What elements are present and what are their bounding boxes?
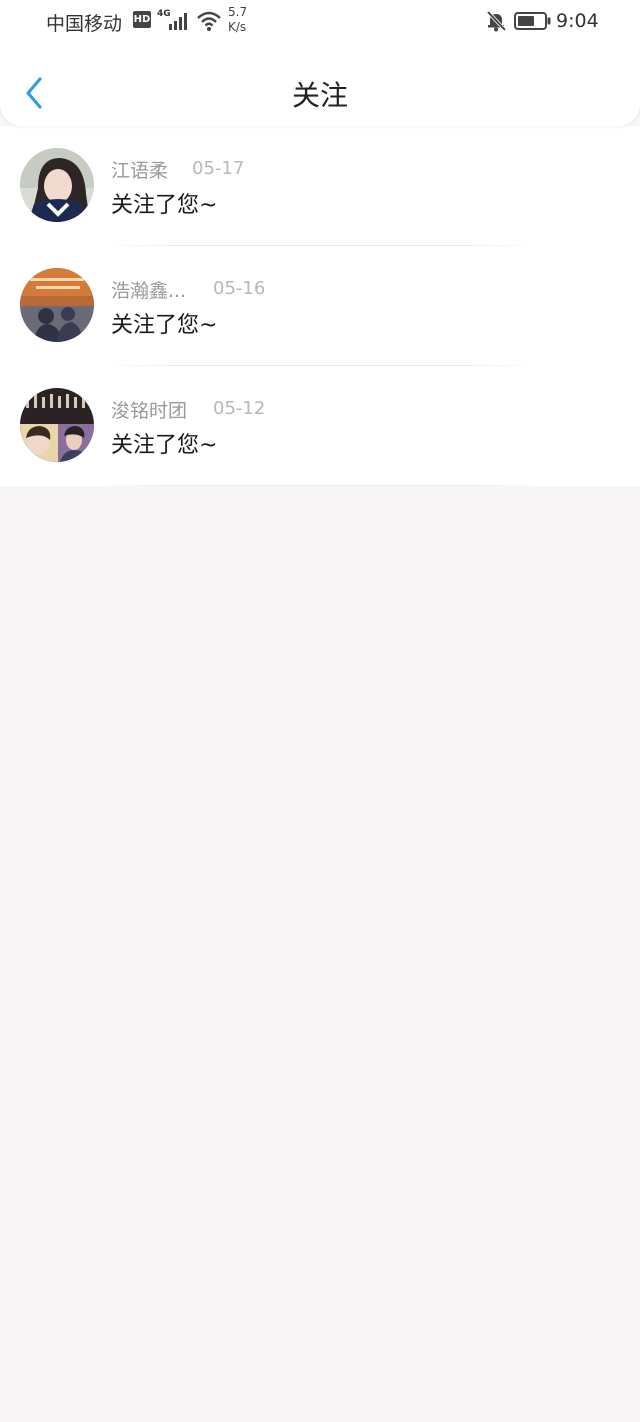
- speed-unit: K/s: [228, 20, 247, 34]
- notification-message: 关注了您~: [111, 433, 218, 458]
- timestamp: 05-12: [213, 398, 266, 419]
- hd-badge: HD: [133, 11, 151, 28]
- user-name[interactable]: 江语柔: [111, 156, 168, 183]
- user-name[interactable]: 浩瀚鑫...: [111, 276, 186, 303]
- user-name[interactable]: 浚铭时团: [111, 396, 187, 423]
- list-item[interactable]: 江语柔 05-17 关注了您~: [0, 126, 640, 246]
- battery-icon: [514, 12, 551, 30]
- timestamp: 05-16: [213, 278, 266, 299]
- notification-message: 关注了您~: [111, 313, 218, 338]
- carrier-name: 中国移动: [46, 13, 123, 35]
- clock: 9:04: [556, 10, 599, 32]
- bell-off-icon: [486, 10, 507, 32]
- notification-message: 关注了您~: [111, 193, 218, 218]
- avatar[interactable]: [20, 388, 94, 462]
- avatar[interactable]: [20, 268, 94, 342]
- list-item[interactable]: 浩瀚鑫... 05-16 关注了您~: [0, 246, 640, 366]
- header: 中国移动 HD 4G 5.7 K/s 9:04 关注: [0, 0, 640, 126]
- list-item[interactable]: 浚铭时团 05-12 关注了您~: [0, 366, 640, 486]
- status-bar: 中国移动 HD 4G 5.7 K/s 9:04: [0, 0, 640, 44]
- speed-value: 5.7: [228, 5, 248, 19]
- page-title: 关注: [291, 79, 348, 112]
- avatar[interactable]: [20, 148, 94, 222]
- divider: [104, 485, 536, 486]
- network-speed: 5.7 K/s: [228, 5, 258, 35]
- wifi-icon: [197, 11, 221, 31]
- notification-list: 江语柔 05-17 关注了您~ 浩瀚鑫... 05-16 关注了您~ 浚铭时团 …: [0, 126, 640, 486]
- timestamp: 05-17: [192, 158, 245, 179]
- nav-bar: 关注: [0, 60, 640, 122]
- signal-icon: [169, 13, 187, 30]
